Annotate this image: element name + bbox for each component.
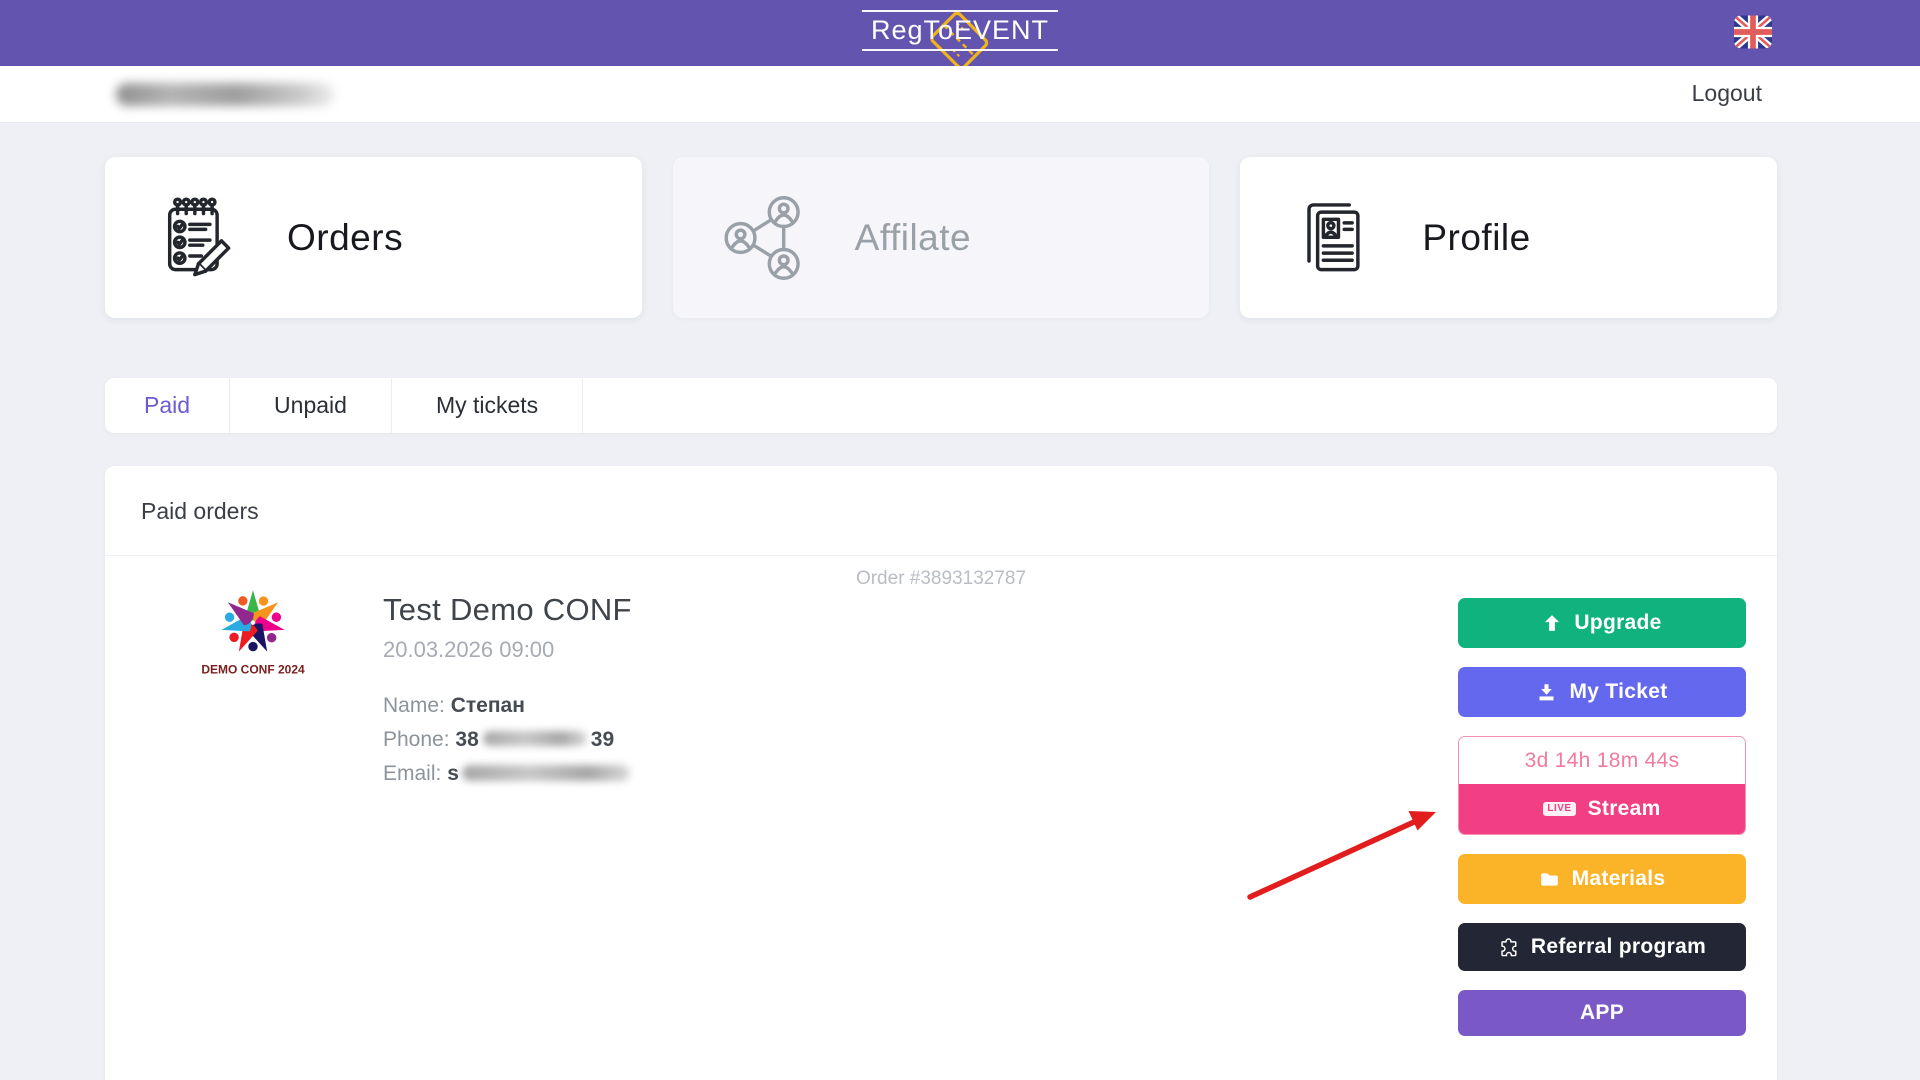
orders-checklist-icon [151, 192, 243, 284]
order-actions: Upgrade My Ticket 3d 14h 18m 44s LIVE St… [1458, 598, 1746, 1036]
puzzle-icon [1498, 937, 1519, 958]
materials-button[interactable]: Materials [1458, 854, 1746, 904]
attendee-name-row: Name: Степан [383, 689, 632, 723]
stream-countdown: 3d 14h 18m 44s [1459, 737, 1745, 784]
folder-icon [1539, 869, 1560, 890]
attendee-email-row: Email: s [383, 757, 632, 791]
phone-label: Phone: [383, 728, 450, 751]
stream-label: Stream [1588, 797, 1661, 821]
event-name: Test Demo CONF [383, 592, 632, 628]
app-label: APP [1580, 1001, 1624, 1025]
paid-orders-panel: Paid orders Order #3893132787 DEMO CONF … [105, 466, 1777, 1080]
panel-title: Paid orders [141, 498, 259, 525]
nav-card-label: Affilate [855, 217, 971, 259]
orders-tabs: Paid Unpaid My tickets [105, 378, 1777, 433]
nav-card-label: Orders [287, 217, 403, 259]
username-redacted [116, 83, 334, 106]
page: RegToEVENT Logout [0, 0, 1920, 1080]
attendee-phone-row: Phone: 38 39 [383, 723, 632, 757]
nav-card-label: Profile [1422, 217, 1530, 259]
tab-my-tickets[interactable]: My tickets [392, 378, 583, 433]
referral-label: Referral program [1531, 935, 1706, 959]
nav-card-affiliate[interactable]: Affilate [673, 157, 1210, 318]
my-ticket-label: My Ticket [1569, 680, 1667, 704]
download-icon [1536, 682, 1557, 703]
stream-widget: 3d 14h 18m 44s LIVE Stream [1458, 736, 1746, 835]
nav-cards: Orders Affilate [105, 157, 1777, 318]
app-button[interactable]: APP [1458, 990, 1746, 1036]
referral-program-button[interactable]: Referral program [1458, 923, 1746, 971]
tab-paid[interactable]: Paid [105, 378, 230, 433]
order-number: Order #3893132787 [105, 568, 1777, 590]
phone-redacted [483, 731, 587, 746]
divider [105, 555, 1777, 556]
phone-value-end: 39 [591, 728, 614, 751]
materials-label: Materials [1572, 867, 1666, 891]
nav-card-profile[interactable]: Profile [1240, 157, 1777, 318]
attendee-details: Name: Степан Phone: 38 39 Email: s [383, 689, 632, 791]
upgrade-button[interactable]: Upgrade [1458, 598, 1746, 648]
event-datetime: 20.03.2026 09:00 [383, 637, 632, 663]
tab-unpaid[interactable]: Unpaid [230, 378, 392, 433]
event-logo: DEMO CONF 2024 [193, 584, 313, 685]
live-badge-icon: LIVE [1543, 802, 1575, 816]
name-value: Степан [451, 694, 525, 717]
name-label: Name: [383, 694, 445, 717]
arrow-up-icon [1542, 613, 1562, 633]
my-ticket-button[interactable]: My Ticket [1458, 667, 1746, 717]
user-bar: Logout [0, 66, 1920, 123]
profile-document-icon [1286, 192, 1378, 284]
stream-button[interactable]: LIVE Stream [1459, 784, 1745, 834]
app-header: RegToEVENT [0, 0, 1920, 66]
logo-text: RegToEVENT [862, 10, 1058, 51]
email-redacted [462, 765, 630, 781]
email-label: Email: [383, 762, 441, 785]
language-uk-flag-icon[interactable] [1734, 15, 1772, 49]
event-logo-caption: DEMO CONF 2024 [201, 663, 305, 677]
nav-card-orders[interactable]: Orders [105, 157, 642, 318]
upgrade-label: Upgrade [1574, 611, 1661, 635]
phone-value-start: 38 [455, 728, 478, 751]
logout-button[interactable]: Logout [1692, 80, 1762, 107]
event-info: Test Demo CONF 20.03.2026 09:00 Name: Ст… [383, 592, 632, 791]
app-logo[interactable]: RegToEVENT [862, 10, 1058, 51]
email-value-start: s [447, 762, 459, 785]
affiliate-network-icon [719, 192, 811, 284]
